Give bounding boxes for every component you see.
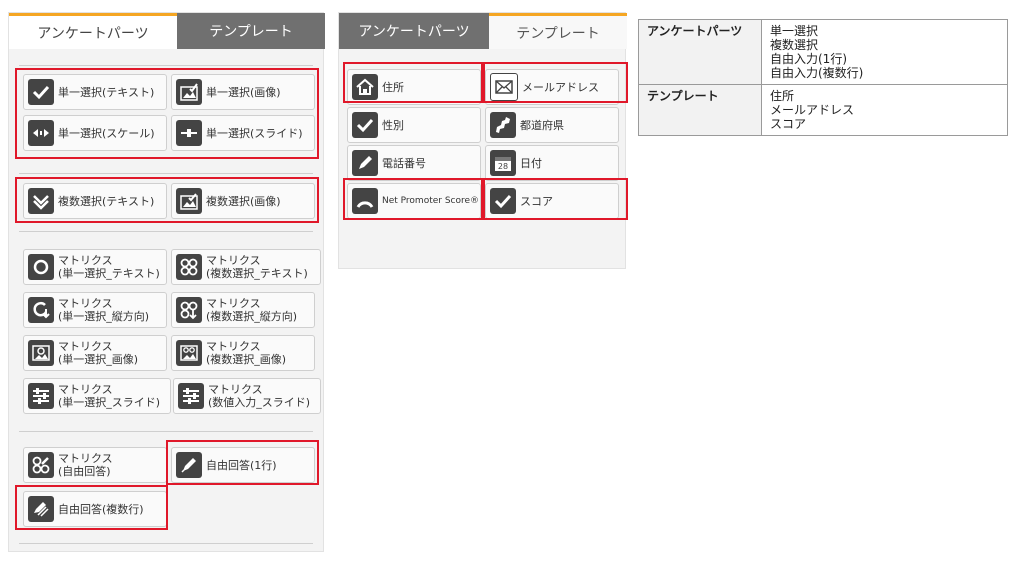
divider [19,431,313,432]
matrix-sublabel: (複数選択_テキスト) [206,267,308,280]
row-items: 住所 メールアドレス スコア [761,84,1008,136]
matrix-sublabel: (単一選択_スライド) [58,396,161,409]
list-item: スコア [770,117,807,131]
pen-circles-icon [28,452,54,478]
prefecture-button[interactable]: 都道府県 [485,107,619,143]
calendar-icon: 28 [490,150,516,176]
tab-bar: アンケートパーツ テンプレート [339,13,627,49]
matrix-sublabel: (複数選択_縦方向) [206,310,298,323]
pen-icon [352,150,378,176]
list-item: 自由入力(複数行) [770,66,864,80]
matrix-single-vertical-button[interactable]: マトリクス (単一選択_縦方向) [23,292,167,328]
divider [19,231,313,232]
summary-table: アンケートパーツ 単一選択 複数選択 自由入力(1行) 自由入力(複数行) テン… [638,19,1008,136]
circles-icon [176,254,202,280]
parts-panel-template: アンケートパーツ テンプレート 住所 メールアドレス 性別 都道府県 電話番号 … [338,12,627,269]
date-button[interactable]: 28 日付 [485,145,619,181]
sliders-icon [178,383,204,409]
matrix-sublabel: (自由回答) [58,465,111,478]
matrix-sublabel: (単一選択_縦方向) [58,310,150,323]
highlight-single-group [15,68,319,159]
matrix-label: マトリクス [58,340,113,353]
check-icon [352,112,378,138]
matrix-label: マトリクス [206,340,261,353]
matrix-label: マトリクス [58,297,113,310]
tab-survey-parts[interactable]: アンケートパーツ [9,13,177,49]
gender-button[interactable]: 性別 [347,107,481,143]
matrix-label: マトリクス [206,254,261,267]
matrix-sublabel: (単一選択_画像) [58,353,139,366]
calendar-day: 28 [498,162,508,171]
table-row: テンプレート 住所 メールアドレス スコア [638,84,1008,136]
circle-vertical-icon [28,297,54,323]
matrix-free-answer-button[interactable]: マトリクス (自由回答) [23,447,167,483]
row-header: アンケートパーツ [638,19,762,85]
tab-bar: アンケートパーツ テンプレート [9,13,325,49]
matrix-sublabel: (単一選択_テキスト) [58,267,160,280]
divider [19,543,313,544]
button-label: 日付 [520,157,542,170]
matrix-multi-image-button[interactable]: マトリクス (複数選択_画像) [171,335,315,371]
matrix-label: マトリクス [58,452,113,465]
image-circle-icon [28,340,54,366]
table-row: アンケートパーツ 単一選択 複数選択 自由入力(1行) 自由入力(複数行) [638,19,1008,85]
tab-templates[interactable]: テンプレート [177,13,325,49]
highlight-email [483,62,628,103]
button-label: 都道府県 [520,119,564,132]
highlight-free-multi [15,485,168,530]
matrix-label: マトリクス [58,383,113,396]
list-item: メールアドレス [770,103,855,117]
list-item: 単一選択 [770,24,819,38]
matrix-single-slide-button[interactable]: マトリクス (単一選択_スライド) [23,378,171,414]
image-circles-icon [176,340,202,366]
tab-survey-parts[interactable]: アンケートパーツ [339,13,489,49]
highlight-nps [343,178,483,220]
matrix-single-text-button[interactable]: マトリクス (単一選択_テキスト) [23,249,167,285]
divider [19,173,313,174]
circles-vertical-icon [176,297,202,323]
highlight-free-single [166,440,319,485]
matrix-multi-vertical-button[interactable]: マトリクス (複数選択_縦方向) [171,292,315,328]
row-header: テンプレート [638,84,762,136]
matrix-sublabel: (複数選択_画像) [206,353,287,366]
matrix-number-slide-button[interactable]: マトリクス (数値入力_スライド) [173,378,321,414]
matrix-single-image-button[interactable]: マトリクス (単一選択_画像) [23,335,167,371]
matrix-label: マトリクス [208,383,263,396]
button-label: 性別 [382,119,404,132]
sliders-icon [28,383,54,409]
highlight-multi-group [15,177,319,223]
list-item: 自由入力(1行) [770,52,847,66]
highlight-score [483,178,628,220]
circle-icon [28,254,54,280]
row-items: 単一選択 複数選択 自由入力(1行) 自由入力(複数行) [761,19,1008,85]
divider [19,65,313,66]
matrix-label: マトリクス [206,297,261,310]
map-icon [490,112,516,138]
tab-templates[interactable]: テンプレート [489,13,627,49]
highlight-address [343,62,483,103]
list-item: 住所 [770,89,795,103]
phone-number-button[interactable]: 電話番号 [347,145,481,181]
matrix-multi-text-button[interactable]: マトリクス (複数選択_テキスト) [171,249,321,285]
list-item: 複数選択 [770,38,819,52]
matrix-label: マトリクス [58,254,113,267]
matrix-sublabel: (数値入力_スライド) [208,396,311,409]
button-label: 電話番号 [382,157,426,170]
